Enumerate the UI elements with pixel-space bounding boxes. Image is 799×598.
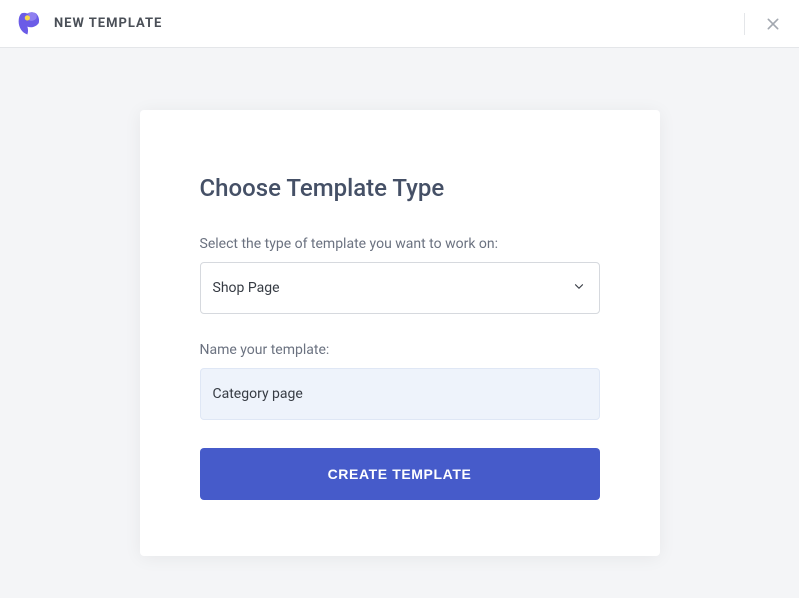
topbar: NEW TEMPLATE bbox=[0, 0, 799, 48]
elementor-logo-icon bbox=[16, 10, 44, 38]
modal-title: Choose Template Type bbox=[200, 174, 600, 202]
divider bbox=[744, 13, 745, 35]
template-modal: Choose Template Type Select the type of … bbox=[140, 110, 660, 556]
stage: Choose Template Type Select the type of … bbox=[0, 48, 799, 556]
template-type-value: Shop Page bbox=[213, 280, 280, 296]
close-icon bbox=[765, 16, 781, 32]
name-label: Name your template: bbox=[200, 342, 600, 358]
close-wrap bbox=[744, 0, 799, 48]
close-button[interactable] bbox=[759, 10, 787, 38]
create-template-button[interactable]: CREATE TEMPLATE bbox=[200, 448, 600, 500]
type-label: Select the type of template you want to … bbox=[200, 236, 600, 252]
page-title: NEW TEMPLATE bbox=[54, 16, 162, 31]
template-type-select[interactable]: Shop Page bbox=[200, 262, 600, 314]
template-name-input[interactable] bbox=[200, 368, 600, 420]
